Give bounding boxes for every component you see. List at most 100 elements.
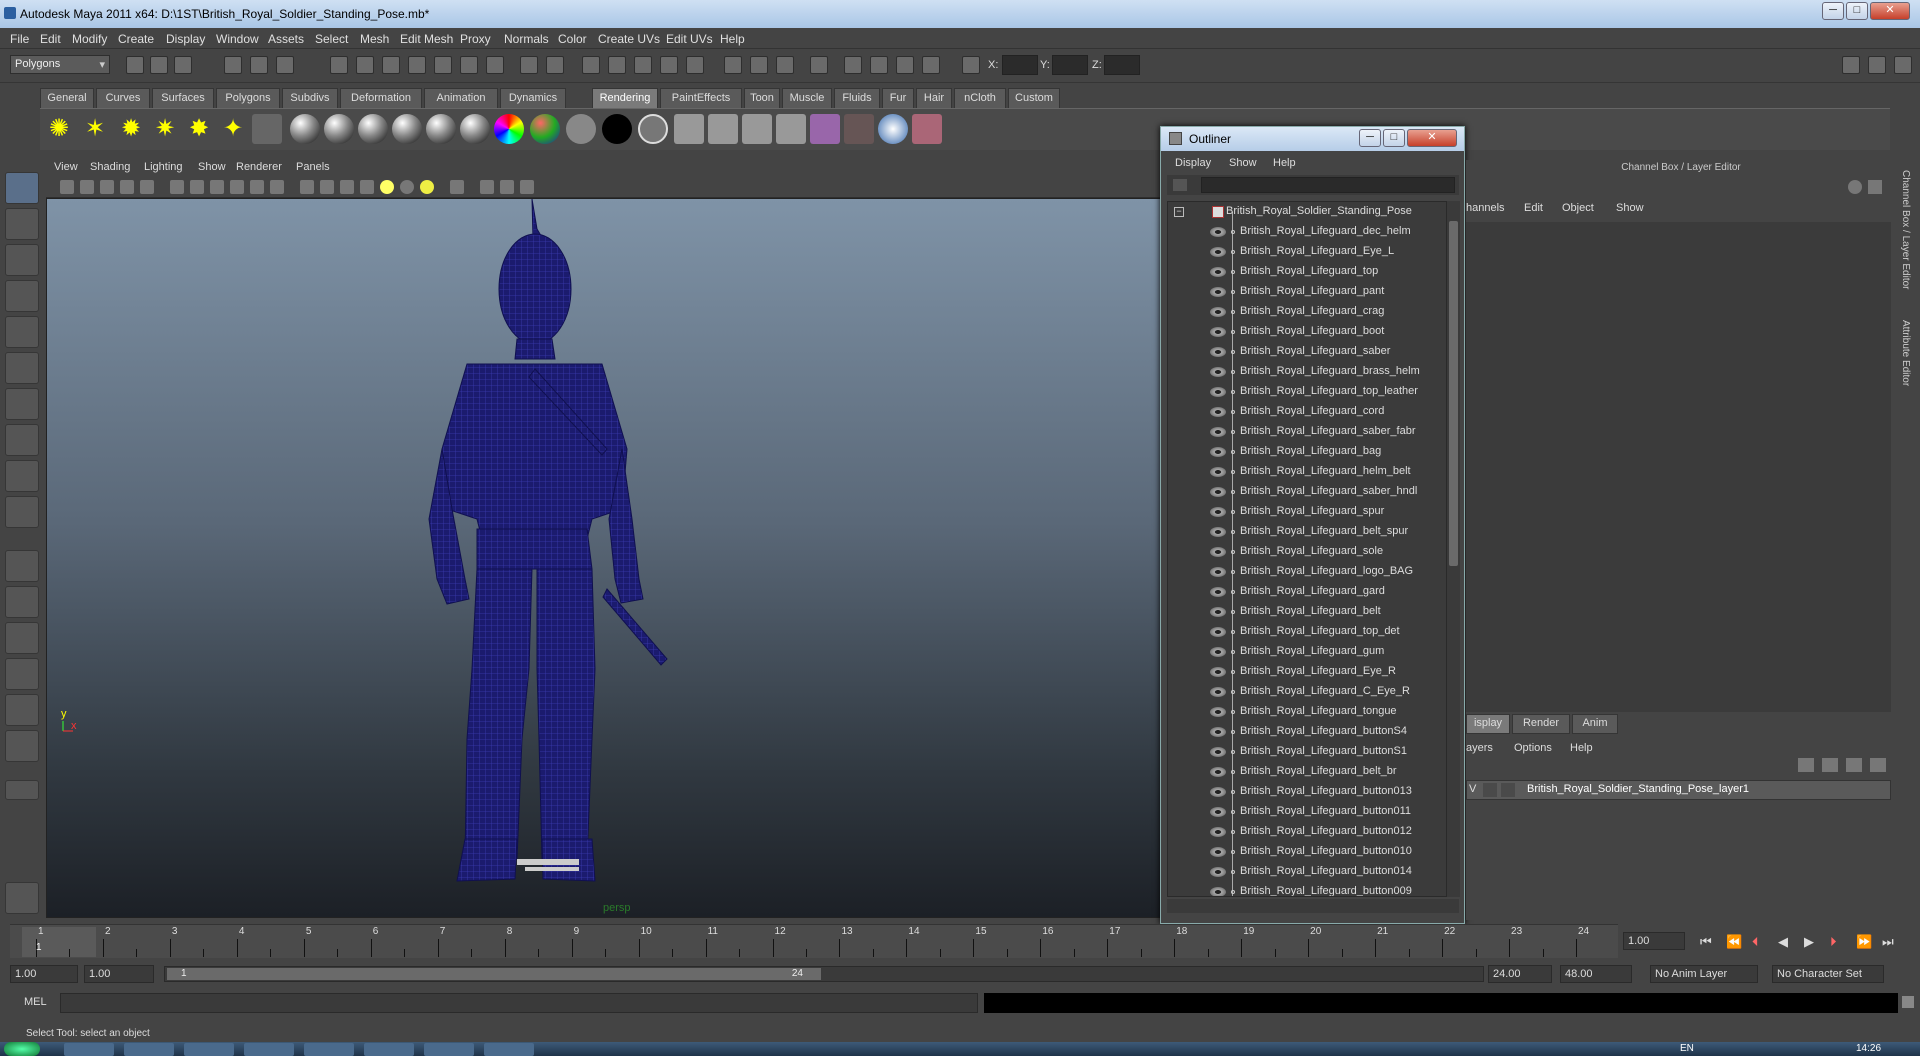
outliner-minimize-button[interactable]: ─ <box>1359 129 1381 147</box>
phong-sphere-icon[interactable] <box>358 114 388 144</box>
clock[interactable]: 14:26 <box>1856 1043 1881 1054</box>
start-button-icon[interactable] <box>4 1042 40 1056</box>
outliner-item[interactable]: British_Royal_Lifeguard_button014 <box>1168 862 1446 882</box>
menu-assets[interactable]: Assets <box>268 32 304 46</box>
menu-create[interactable]: Create <box>118 32 154 46</box>
menu-color[interactable]: Color <box>558 32 587 46</box>
display-layer-row[interactable]: V British_Royal_Soldier_Standing_Pose_la… <box>1466 780 1891 800</box>
menu-set-dropdown[interactable]: Polygons <box>10 55 110 74</box>
panel-menu-renderer[interactable]: Renderer <box>236 161 282 173</box>
render-settings-icon[interactable] <box>810 56 828 74</box>
select-hierarchy-icon[interactable] <box>224 56 242 74</box>
x-field[interactable] <box>1002 55 1038 75</box>
show-hide-icon-2[interactable] <box>870 56 888 74</box>
outliner-vertical-scrollbar[interactable] <box>1447 201 1460 897</box>
resolution-gate-icon[interactable] <box>190 180 204 194</box>
menu-select[interactable]: Select <box>315 32 348 46</box>
step-back-icon[interactable]: ⏪ <box>1726 934 1742 950</box>
menu-proxy[interactable]: Proxy <box>460 32 491 46</box>
outliner-maximize-button[interactable]: □ <box>1383 129 1405 147</box>
taskbar-app-1[interactable] <box>64 1043 114 1056</box>
tab-toon[interactable]: Toon <box>744 88 780 108</box>
xray-icon[interactable] <box>480 180 494 194</box>
outliner-item[interactable]: British_Royal_Lifeguard_spur <box>1168 502 1446 522</box>
paint-select-tool-icon[interactable] <box>5 244 39 276</box>
layer-down-icon[interactable] <box>1870 758 1886 772</box>
tab-layer-anim[interactable]: Anim <box>1572 714 1618 734</box>
outliner-item[interactable]: British_Royal_Lifeguard_top <box>1168 262 1446 282</box>
volume-light-icon[interactable]: ✦ <box>218 114 248 144</box>
menu-create-uvs[interactable]: Create UVs <box>598 32 660 46</box>
playback-start-field[interactable]: 1.00 <box>84 965 154 983</box>
outliner-close-button[interactable]: ✕ <box>1407 129 1457 147</box>
open-scene-icon[interactable] <box>150 56 168 74</box>
taskbar-app-6[interactable] <box>364 1043 414 1056</box>
toggle-panel-icon-3[interactable] <box>1894 56 1912 74</box>
film-gate-icon[interactable] <box>170 180 184 194</box>
menu-edit-mesh[interactable]: Edit Mesh <box>400 32 453 46</box>
layer-color-swatch[interactable] <box>1501 783 1515 797</box>
y-field[interactable] <box>1052 55 1088 75</box>
outliner-item[interactable]: British_Royal_Lifeguard_crag <box>1168 302 1446 322</box>
blinn-sphere-icon[interactable] <box>324 114 354 144</box>
input-ops-icon[interactable] <box>546 56 564 74</box>
outliner-item[interactable]: British_Royal_Lifeguard_pant <box>1168 282 1446 302</box>
soft-mod-icon[interactable] <box>5 424 39 456</box>
outliner-item[interactable]: British_Royal_Lifeguard_logo_BAG <box>1168 562 1446 582</box>
outliner-item[interactable]: British_Royal_Lifeguard_belt_spur <box>1168 522 1446 542</box>
tab-custom[interactable]: Custom <box>1008 88 1060 108</box>
tab-dynamics[interactable]: Dynamics <box>500 88 566 108</box>
ramp-sphere-icon[interactable] <box>494 114 524 144</box>
cb-menu-object[interactable]: Object <box>1562 202 1594 214</box>
ipr-render-icon[interactable] <box>776 56 794 74</box>
menu-edit[interactable]: Edit <box>40 32 61 46</box>
script-editor-icon[interactable] <box>1902 996 1914 1008</box>
side-tab-attribute-editor[interactable]: Attribute Editor <box>1900 320 1911 386</box>
outliner-item[interactable]: British_Royal_Lifeguard_top_leather <box>1168 382 1446 402</box>
camera-icon[interactable] <box>252 114 282 144</box>
tab-rendering[interactable]: Rendering <box>592 88 658 108</box>
toggle-panel-icon-2[interactable] <box>1868 56 1886 74</box>
layer-up-icon[interactable] <box>1846 758 1862 772</box>
isolate-select-icon[interactable] <box>450 180 464 194</box>
select-camera-icon[interactable] <box>60 180 74 194</box>
z-field[interactable] <box>1104 55 1140 75</box>
side-tab-channel-box[interactable]: Channel Box / Layer Editor <box>1900 170 1911 290</box>
tab-polygons[interactable]: Polygons <box>216 88 280 108</box>
play-backwards-icon[interactable]: ◀ <box>1778 934 1788 950</box>
step-forward-key-icon[interactable]: ⏵ <box>1830 934 1837 950</box>
taskbar-app-2[interactable] <box>124 1043 174 1056</box>
clapboard-icon-4[interactable] <box>776 114 806 144</box>
spot-light-icon[interactable]: ✷ <box>150 114 180 144</box>
magnet-icon-4[interactable] <box>660 56 678 74</box>
gate-mask-icon[interactable] <box>210 180 224 194</box>
lambert-sphere-icon[interactable] <box>290 114 320 144</box>
tab-layer-display[interactable]: isplay <box>1466 714 1510 734</box>
snap-curve-icon[interactable] <box>356 56 374 74</box>
outliner-item[interactable]: British_Royal_Lifeguard_button011 <box>1168 802 1446 822</box>
outliner-item[interactable]: British_Royal_Lifeguard_gard <box>1168 582 1446 602</box>
move-tool-icon[interactable] <box>5 280 39 312</box>
menu-modify[interactable]: Modify <box>72 32 107 46</box>
select-object-icon[interactable] <box>250 56 268 74</box>
new-scene-icon[interactable] <box>126 56 144 74</box>
help-question-icon[interactable] <box>486 56 504 74</box>
outliner-item[interactable]: British_Royal_Lifeguard_gum <box>1168 642 1446 662</box>
lock-icon[interactable] <box>520 56 538 74</box>
animation-end-field[interactable]: 48.00 <box>1560 965 1632 983</box>
grid-toggle-icon[interactable] <box>140 180 154 194</box>
scale-tool-icon[interactable] <box>5 352 39 384</box>
safe-action-icon[interactable] <box>250 180 264 194</box>
outliner-item[interactable]: British_Royal_Lifeguard_boot <box>1168 322 1446 342</box>
magnet-icon-1[interactable] <box>582 56 600 74</box>
animation-start-field[interactable]: 1.00 <box>10 965 78 983</box>
smooth-shade-icon[interactable] <box>320 180 334 194</box>
outliner-search-input[interactable] <box>1201 177 1455 193</box>
menu-edit-uvs[interactable]: Edit UVs <box>666 32 713 46</box>
outliner-item[interactable]: British_Royal_Lifeguard_buttonS4 <box>1168 722 1446 742</box>
render-view-icon[interactable] <box>724 56 742 74</box>
menu-help[interactable]: Help <box>720 32 745 46</box>
outliner-horizontal-scrollbar[interactable] <box>1167 899 1459 913</box>
taskbar-app-3[interactable] <box>184 1043 234 1056</box>
outliner-item[interactable]: British_Royal_Lifeguard_sole <box>1168 542 1446 562</box>
